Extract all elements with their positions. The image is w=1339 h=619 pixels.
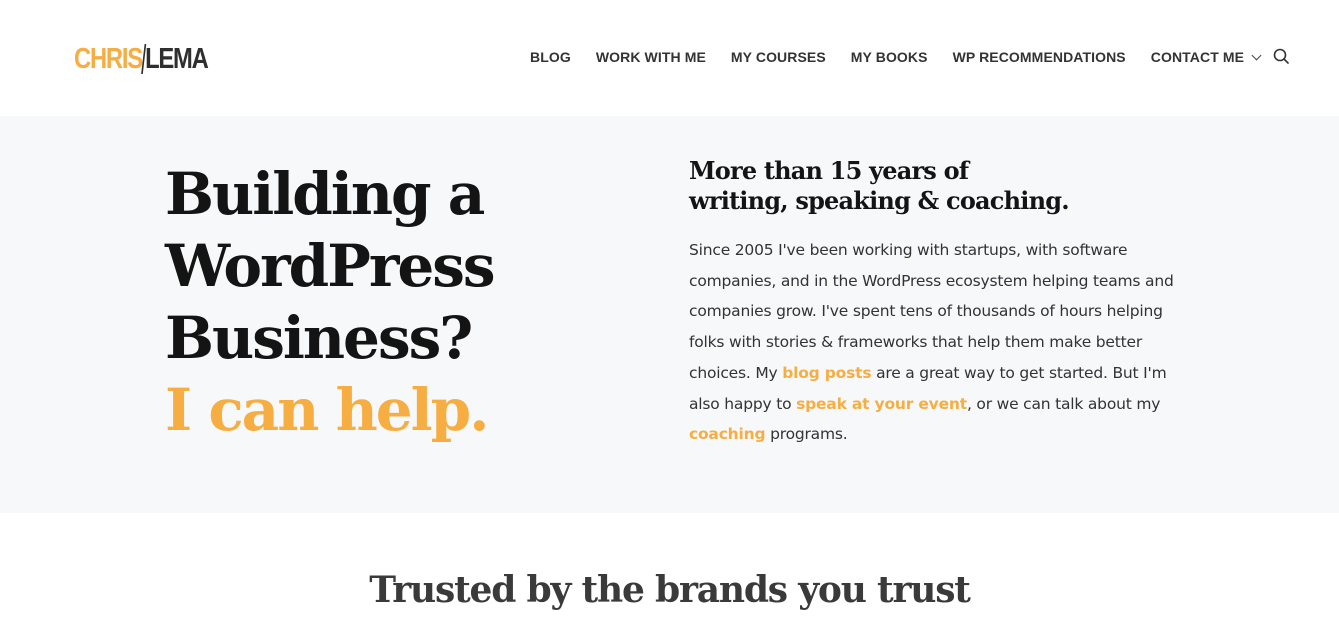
nav-my-books[interactable]: MY BOOKS: [851, 49, 928, 65]
subhead-line: More than 15 years of: [689, 156, 969, 185]
headline-line: Business?: [165, 304, 473, 372]
nav-contact-me[interactable]: CONTACT ME: [1150, 49, 1262, 65]
trusted-brands-title: Trusted by the brands you trust: [369, 569, 971, 611]
site-logo[interactable]: CHRIS LEMA: [74, 40, 209, 75]
logo-first: CHRIS: [74, 43, 143, 75]
headline-line: WordPress: [165, 232, 496, 300]
hero-headline: Building a WordPress Business? I can hel…: [165, 158, 496, 446]
nav-blog[interactable]: BLOG: [530, 49, 571, 65]
chevron-down-icon: [1251, 50, 1262, 60]
nav-my-courses[interactable]: MY COURSES: [731, 49, 826, 65]
logo-second: LEMA: [145, 43, 209, 75]
hero-subhead: More than 15 years of writing, speaking …: [689, 156, 1070, 216]
blog-posts-link[interactable]: blog posts: [782, 364, 871, 382]
body-text-part: Since 2005 I've been working with startu…: [689, 241, 1174, 382]
nav-contact-me-label: CONTACT ME: [1150, 49, 1245, 65]
body-text-part: programs.: [765, 425, 848, 444]
main-nav: BLOG WORK WITH ME MY COURSES MY BOOKS WP…: [530, 46, 1285, 68]
headline-accent: I can help.: [165, 376, 489, 444]
headline-line: Building a: [165, 160, 485, 228]
search-icon[interactable]: [1273, 48, 1289, 64]
body-text-part: , or we can talk about my: [966, 394, 1161, 413]
speak-at-event-link[interactable]: speak at your event: [796, 395, 967, 413]
nav-wp-recommendations[interactable]: WP RECOMMENDATIONS: [953, 49, 1126, 65]
hero-body: Since 2005 I've been working with startu…: [689, 235, 1189, 450]
subhead-line: writing, speaking & coaching.: [689, 186, 1070, 215]
nav-work-with-me[interactable]: WORK WITH ME: [596, 49, 706, 65]
coaching-link[interactable]: coaching: [689, 425, 766, 443]
site-header: CHRIS LEMA BLOG WORK WITH ME MY COURSES M…: [0, 0, 1339, 116]
